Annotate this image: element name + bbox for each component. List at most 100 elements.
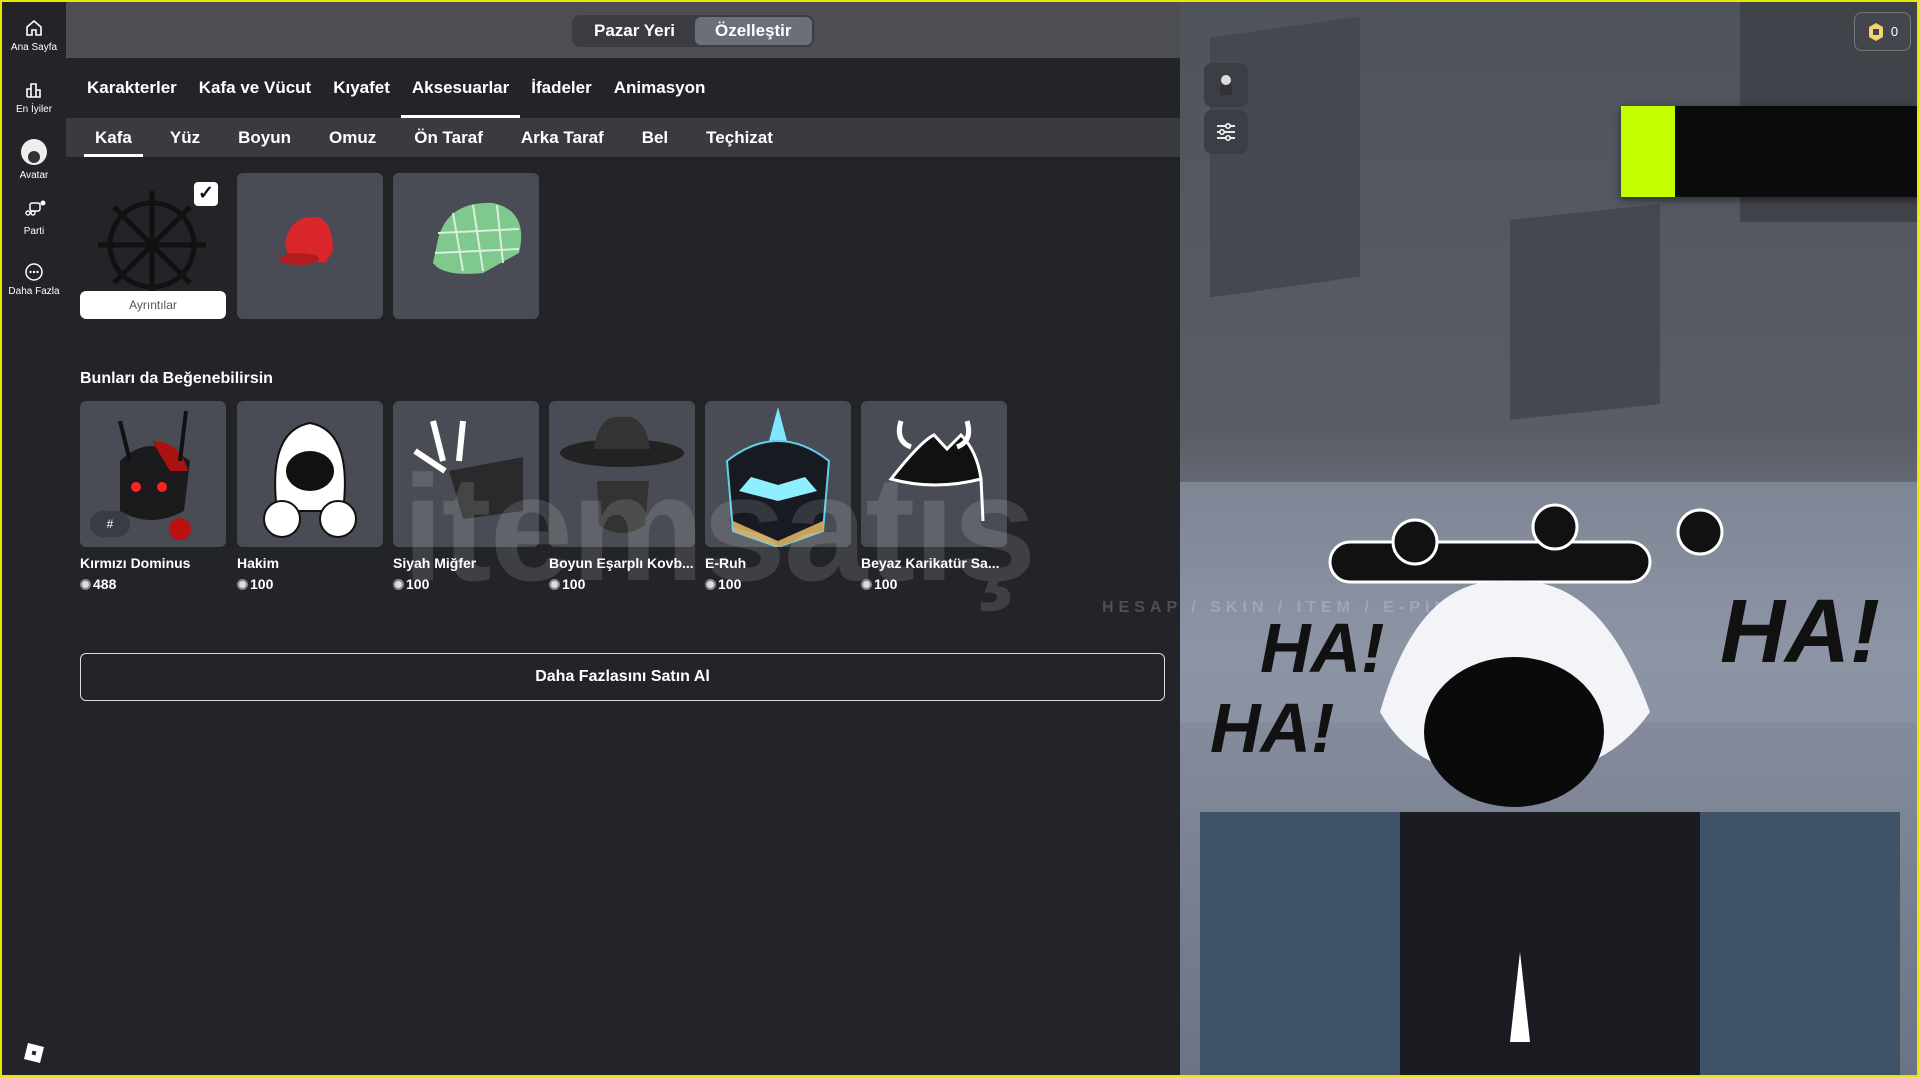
price-value: 100 xyxy=(718,576,742,592)
rec-item-name[interactable]: Kırmızı Dominus xyxy=(80,555,226,571)
promo-accent xyxy=(1621,106,1675,197)
rec-item-card[interactable] xyxy=(237,401,383,547)
tab-customize[interactable]: Özelleştir xyxy=(694,17,812,45)
tab-face[interactable]: Yüz xyxy=(151,118,219,157)
sidebar-item-avatar[interactable]: Avatar xyxy=(2,138,66,181)
rec-item-card[interactable] xyxy=(393,401,539,547)
black-helmet-image xyxy=(413,420,523,519)
top-bar: Pazar Yeri Özelleştir xyxy=(66,2,1180,58)
robux-icon xyxy=(237,578,248,590)
judge-helmet-image xyxy=(263,421,357,538)
home-icon xyxy=(26,19,42,36)
robux-balance: 0 xyxy=(1890,24,1899,39)
details-button[interactable]: Ayrıntılar xyxy=(80,291,226,319)
sidebar-item-label: Avatar xyxy=(19,170,49,181)
tab-waist[interactable]: Bel xyxy=(623,118,687,157)
limited-badge: # xyxy=(90,511,130,537)
tab-shoulder[interactable]: Omuz xyxy=(310,118,395,157)
more-icon xyxy=(25,263,43,281)
svg-text:HA!: HA! xyxy=(1210,689,1334,767)
party-icon xyxy=(25,200,46,216)
sidebar: Ana Sayfa En İyiler Avatar Parti Daha Fa… xyxy=(2,2,66,1075)
scene-block xyxy=(1210,16,1360,298)
chart-icon xyxy=(26,83,41,98)
rec-item-name[interactable]: Beyaz Karikatür Sa... xyxy=(861,555,1007,571)
tab-marketplace[interactable]: Pazar Yeri xyxy=(574,17,695,45)
red-cap-image xyxy=(279,216,333,265)
tab-characters[interactable]: Karakterler xyxy=(76,58,188,118)
price-value: 100 xyxy=(406,576,430,592)
tab-emotes[interactable]: İfadeler xyxy=(520,58,602,118)
robux-balance-button[interactable]: 0 xyxy=(1854,12,1911,51)
rec-item-name[interactable]: Boyun Eşarplı Kovb... xyxy=(549,555,695,571)
robux-icon xyxy=(549,578,560,590)
price-value: 100 xyxy=(250,576,274,592)
tab-animation[interactable]: Animasyon xyxy=(603,58,717,118)
white-cartoon-hat-image xyxy=(888,420,985,522)
recommendations-title: Bunları da Beğenebilirsin xyxy=(80,370,273,387)
sidebar-item-label: Daha Fazla xyxy=(8,286,60,297)
rec-item-price: 100 xyxy=(393,576,429,592)
scene-block xyxy=(1510,204,1660,420)
tab-head-body[interactable]: Kafa ve Vücut xyxy=(188,58,322,118)
rec-item-name[interactable]: E-Ruh xyxy=(705,555,851,571)
robux-icon xyxy=(705,578,716,590)
e-spirit-helmet-image xyxy=(725,407,831,547)
price-value: 100 xyxy=(874,576,898,592)
cowboy-hat-image xyxy=(560,416,684,533)
tab-accessories[interactable]: Aksesuarlar xyxy=(400,58,521,118)
category-tabs: Karakterler Kafa ve Vücut Kıyafet Aksesu… xyxy=(76,58,716,118)
rec-item-name[interactable]: Hakim xyxy=(237,555,383,571)
promo-banner[interactable] xyxy=(1621,106,1917,197)
tab-clothing[interactable]: Kıyafet xyxy=(322,58,401,118)
sidebar-item-label: Parti xyxy=(23,226,45,237)
rec-item-price: 488 xyxy=(80,576,116,592)
robux-icon xyxy=(861,578,872,590)
customize-panel: Karakterler Kafa ve Vücut Kıyafet Aksesu… xyxy=(66,58,1180,1075)
rec-item-price: 100 xyxy=(237,576,273,592)
svg-text:HA!: HA! xyxy=(1720,582,1880,682)
avatar-preview-viewport[interactable]: HA! HA! HA! 0 xyxy=(1180,2,1917,1075)
price-value: 488 xyxy=(93,576,117,592)
rec-item-card[interactable]: # xyxy=(80,401,226,547)
app-window: Ana Sayfa En İyiler Avatar Parti Daha Fa… xyxy=(0,0,1919,1077)
robux-icon xyxy=(80,578,91,590)
avatar-character-image: HA! HA! HA! xyxy=(1200,503,1900,1075)
sidebar-item-label: En İyiler xyxy=(15,104,53,115)
rec-item-card[interactable] xyxy=(549,401,695,547)
price-value: 100 xyxy=(562,576,586,592)
tab-neck[interactable]: Boyun xyxy=(219,118,310,157)
robux-icon xyxy=(1868,22,1883,41)
roblox-logo-icon[interactable] xyxy=(23,1042,45,1064)
svg-text:HA!: HA! xyxy=(1260,609,1384,687)
equipped-checkbox[interactable]: ✓ xyxy=(194,182,218,206)
item-card-green-cap[interactable] xyxy=(393,173,539,319)
equipped-item-card[interactable]: ✓ Ayrıntılar xyxy=(80,173,226,319)
sidebar-item-top[interactable]: En İyiler xyxy=(2,80,66,115)
sliders-icon xyxy=(1217,123,1235,141)
mode-switch: Pazar Yeri Özelleştir xyxy=(572,15,814,47)
buy-more-button[interactable]: Daha Fazlasını Satın Al xyxy=(80,653,1165,701)
tab-front[interactable]: Ön Taraf xyxy=(395,118,502,157)
tab-gear[interactable]: Teçhizat xyxy=(687,118,792,157)
rec-item-card[interactable] xyxy=(705,401,851,547)
rec-item-price: 100 xyxy=(705,576,741,592)
avatar-thumbnail-button[interactable] xyxy=(1204,63,1248,107)
sidebar-item-more[interactable]: Daha Fazla xyxy=(2,262,66,297)
avatar-icon xyxy=(21,139,47,165)
robux-icon xyxy=(393,578,404,590)
tab-head[interactable]: Kafa xyxy=(76,118,151,157)
green-cap-image xyxy=(433,202,522,274)
sidebar-item-party[interactable]: Parti xyxy=(2,200,66,237)
sidebar-item-home[interactable]: Ana Sayfa xyxy=(2,18,66,53)
rec-item-name[interactable]: Siyah Miğfer xyxy=(393,555,539,571)
settings-sliders-button[interactable] xyxy=(1204,110,1248,154)
tab-back[interactable]: Arka Taraf xyxy=(502,118,623,157)
rec-item-price: 100 xyxy=(549,576,585,592)
sidebar-item-label: Ana Sayfa xyxy=(10,42,58,53)
rec-item-price: 100 xyxy=(861,576,897,592)
avatar-thumbnail-icon xyxy=(1220,75,1232,95)
subcategory-tabs: Kafa Yüz Boyun Omuz Ön Taraf Arka Taraf … xyxy=(66,118,1180,157)
rec-item-card[interactable] xyxy=(861,401,1007,547)
item-card-red-cap[interactable] xyxy=(237,173,383,319)
